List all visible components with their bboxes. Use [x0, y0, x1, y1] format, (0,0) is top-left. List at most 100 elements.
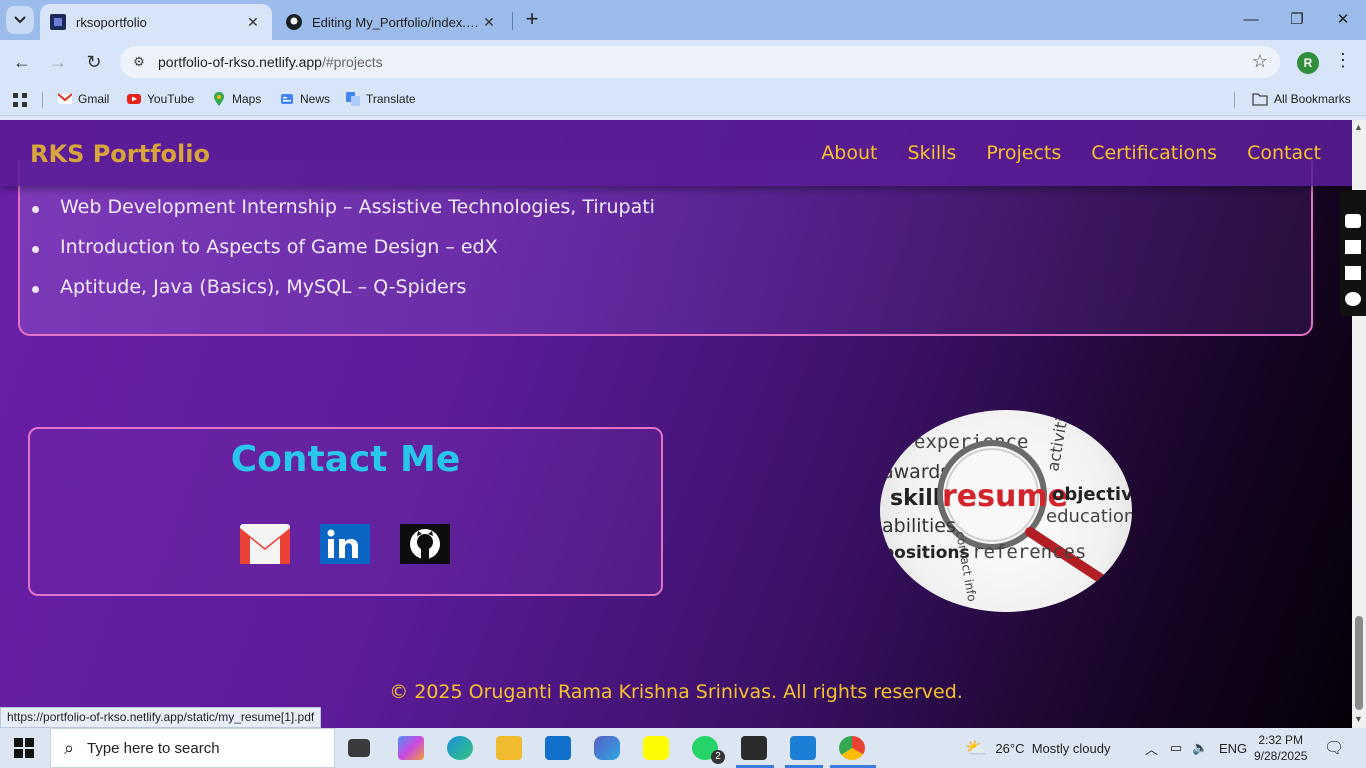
profile-avatar[interactable]: R [1297, 52, 1319, 74]
weather-widget[interactable]: ⛅ 26°C Mostly cloudy [965, 728, 1110, 768]
nav-projects[interactable]: Projects [986, 142, 1061, 164]
youtube-icon [127, 94, 141, 104]
translate-icon [346, 92, 360, 106]
portfolio-page: RKS Portfolio About Skills Projects Cert… [0, 120, 1352, 728]
address-host: portfolio-of-rkso.netlify.app [158, 54, 322, 70]
github-icon [400, 524, 450, 564]
linkedin-link[interactable] [320, 524, 370, 564]
restore-button[interactable]: ❐ [1274, 6, 1320, 34]
bookmark-label: Maps [232, 92, 262, 106]
copilot-icon[interactable] [398, 736, 424, 760]
bookmark-divider [42, 92, 43, 108]
scroll-down-icon[interactable]: ▼ [1354, 714, 1363, 724]
resume-word: activities [1043, 410, 1074, 473]
weather-temp: 26°C [995, 740, 1025, 756]
forward-button[interactable]: → [45, 49, 71, 75]
whatsapp-badge: 2 [711, 750, 725, 764]
tray-overflow-icon[interactable]: ︿ [1145, 728, 1158, 768]
resume-word: education [1046, 506, 1132, 527]
window-icon[interactable] [1345, 266, 1361, 280]
nav-about[interactable]: About [821, 142, 877, 164]
site-brand[interactable]: RKS Portfolio [30, 140, 210, 168]
camera-icon[interactable] [1345, 214, 1361, 228]
contact-card: Contact Me [28, 427, 663, 596]
clock-date: 9/28/2025 [1254, 749, 1308, 763]
tab-rksoportfolio[interactable]: rksoportfolio ✕ [40, 4, 272, 40]
certification-item: Web Development Internship – Assistive T… [32, 196, 655, 236]
resume-download-image[interactable]: experience activities awards skills resu… [880, 410, 1132, 612]
windows-start-icon[interactable] [14, 738, 34, 758]
nav-contact[interactable]: Contact [1247, 142, 1321, 164]
github-favicon-icon [286, 14, 302, 30]
network-icon[interactable]: ▭ [1170, 728, 1182, 768]
outlook-icon[interactable] [545, 736, 571, 760]
all-bookmarks-button[interactable]: All Bookmarks [1252, 92, 1351, 106]
maps-icon [214, 92, 224, 106]
tab-editing-portfolio[interactable]: Editing My_Portfolio/index.html ✕ [276, 4, 508, 40]
file-explorer-icon[interactable] [496, 736, 522, 760]
site-info-icon[interactable]: ⚙ [128, 54, 150, 70]
site-navbar: RKS Portfolio About Skills Projects Cert… [0, 120, 1352, 186]
close-tab-icon[interactable]: ✕ [244, 14, 262, 31]
gmail-link[interactable] [240, 524, 290, 564]
folder-icon [1252, 93, 1268, 106]
gmail-icon [240, 524, 290, 564]
tab-search-button[interactable] [6, 6, 34, 34]
terminal-icon[interactable] [741, 736, 767, 760]
chrome-icon[interactable] [839, 736, 865, 760]
browser-toolbar: ← → ↻ ⚙ portfolio-of-rkso.netlify.app/#p… [0, 40, 1366, 84]
windows-taskbar: ⌕ Type here to search 2 ⛅ 26°C Mostly cl… [0, 728, 1366, 768]
back-button[interactable]: ← [9, 49, 35, 75]
apps-grid-icon[interactable] [12, 92, 28, 108]
site-nav-links: About Skills Projects Certifications Con… [821, 142, 1321, 164]
close-window-button[interactable]: ✕ [1320, 6, 1366, 34]
language-indicator[interactable]: ENG [1219, 728, 1247, 768]
certification-item: Introduction to Aspects of Game Design –… [32, 236, 655, 276]
address-bar[interactable]: ⚙ portfolio-of-rkso.netlify.app/#project… [120, 46, 1280, 78]
nav-certifications[interactable]: Certifications [1091, 142, 1217, 164]
bookmark-divider [1234, 92, 1235, 108]
nav-skills[interactable]: Skills [908, 142, 957, 164]
new-tab-button[interactable]: + [520, 8, 544, 32]
reload-button[interactable]: ↻ [81, 49, 107, 75]
close-tab-icon[interactable]: ✕ [480, 14, 498, 31]
search-icon: ⌕ [63, 737, 75, 758]
github-link[interactable] [400, 524, 450, 564]
task-view-icon[interactable] [348, 739, 370, 757]
bookmark-label: Gmail [78, 92, 110, 106]
microsoft-365-icon[interactable] [594, 736, 620, 760]
floating-capture-panel [1340, 190, 1366, 316]
clock-time: 2:32 PM [1258, 733, 1304, 747]
all-bookmarks-label: All Bookmarks [1274, 92, 1351, 106]
snapchat-icon[interactable] [643, 736, 669, 760]
bookmark-gmail[interactable]: Gmail [58, 92, 109, 106]
certification-item: Aptitude, Java (Basics), MySQL – Q-Spide… [32, 276, 655, 316]
vscode-icon[interactable] [790, 736, 816, 760]
bookmark-star-icon[interactable]: ☆ [1252, 51, 1268, 72]
more-menu-icon[interactable]: ⋮ [1334, 50, 1352, 71]
bookmark-translate[interactable]: Translate [346, 92, 416, 106]
bookmark-maps[interactable]: Maps [212, 92, 261, 106]
notifications-icon[interactable]: 🗨 [1324, 728, 1344, 768]
news-icon [281, 94, 293, 104]
tab-title: Editing My_Portfolio/index.html [312, 14, 480, 30]
minimize-button[interactable]: — [1228, 6, 1274, 34]
address-path: /#projects [321, 54, 383, 70]
taskbar-search-box[interactable]: ⌕ Type here to search [50, 728, 335, 768]
edge-icon[interactable] [447, 736, 473, 760]
partly-cloudy-icon: ⛅ [965, 737, 988, 758]
bookmark-youtube[interactable]: YouTube [127, 92, 194, 106]
clock[interactable]: 2:32 PM 9/28/2025 [1254, 728, 1307, 768]
resume-word: abilities [882, 515, 956, 537]
tab-title: rksoportfolio [76, 14, 147, 30]
weather-condition: Mostly cloudy [1031, 740, 1111, 756]
settings-gear-icon[interactable] [1345, 292, 1361, 306]
bookmark-news[interactable]: News [280, 92, 330, 106]
scrollbar-thumb[interactable] [1355, 616, 1363, 710]
linkedin-icon [320, 524, 370, 564]
scroll-up-icon[interactable]: ▲ [1354, 122, 1363, 132]
resume-word: references [972, 541, 1086, 563]
video-icon[interactable] [1345, 240, 1361, 254]
volume-icon[interactable]: 🔈 [1192, 728, 1208, 768]
footer-copyright: © 2025 Oruganti Rama Krishna Srinivas. A… [389, 681, 963, 703]
